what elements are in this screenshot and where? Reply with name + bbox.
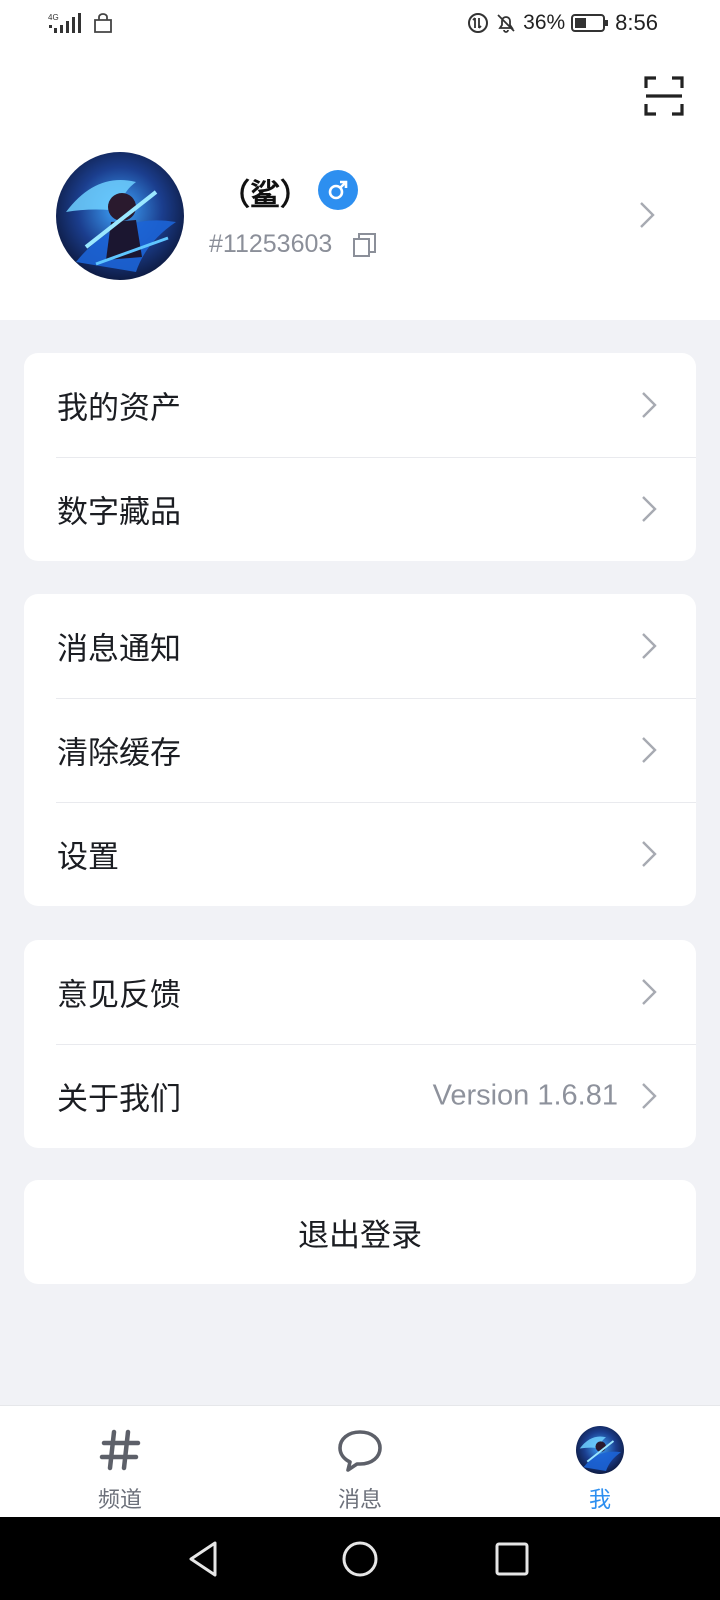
menu-card-settings: 消息通知 清除缓存 设置 bbox=[24, 594, 696, 906]
user-id: #11253603 bbox=[209, 230, 333, 258]
battery-percent: 36% bbox=[523, 11, 566, 34]
menu-item-digital-collectibles[interactable]: 数字藏品 bbox=[24, 457, 696, 561]
svg-text:4G: 4G bbox=[48, 13, 59, 22]
avatar[interactable] bbox=[56, 152, 184, 280]
menu-item-settings[interactable]: 设置 bbox=[24, 802, 696, 906]
chevron-right-icon bbox=[642, 841, 657, 867]
data-saver-icon bbox=[468, 13, 489, 33]
menu-item-label: 清除缓存 bbox=[57, 735, 181, 772]
menu-item-label: 关于我们 bbox=[57, 1081, 181, 1118]
male-icon bbox=[318, 170, 358, 210]
chevron-right-icon bbox=[642, 496, 657, 522]
chevron-right-icon bbox=[642, 633, 657, 659]
menu-card-about: 意见反馈 关于我们 Version 1.6.81 bbox=[24, 940, 696, 1148]
menu-item-clear-cache[interactable]: 清除缓存 bbox=[24, 698, 696, 802]
menu-item-notifications[interactable]: 消息通知 bbox=[24, 594, 696, 698]
version-text: Version 1.6.81 bbox=[432, 1079, 618, 1112]
menu-item-about-us[interactable]: 关于我们 Version 1.6.81 bbox=[24, 1044, 696, 1148]
avatar bbox=[576, 1426, 624, 1474]
menu-item-label: 我的资产 bbox=[57, 390, 181, 427]
back-icon[interactable] bbox=[183, 1537, 227, 1581]
bag-notification-icon bbox=[94, 13, 112, 33]
status-time: 8:56 bbox=[615, 10, 658, 35]
menu-item-label: 消息通知 bbox=[57, 631, 181, 668]
avatar-image bbox=[56, 152, 184, 280]
chevron-right-icon bbox=[642, 392, 657, 418]
bell-muted-icon bbox=[497, 14, 515, 33]
tab-label: 我 bbox=[588, 1488, 611, 1513]
nickname: （鲨） bbox=[220, 178, 310, 213]
logout-button[interactable]: 退出登录 bbox=[24, 1180, 696, 1284]
tab-messages[interactable]: 消息 bbox=[290, 1406, 430, 1518]
menu-card-assets: 我的资产 数字藏品 bbox=[24, 353, 696, 561]
chevron-right-icon bbox=[640, 202, 655, 228]
menu-item-feedback[interactable]: 意见反馈 bbox=[24, 940, 696, 1044]
scan-icon[interactable] bbox=[644, 76, 684, 116]
chevron-right-icon bbox=[642, 737, 657, 763]
status-right: 36% 8:56 bbox=[467, 10, 658, 36]
logout-label: 退出登录 bbox=[298, 1217, 422, 1254]
menu-item-label: 设置 bbox=[57, 839, 119, 876]
hash-icon bbox=[99, 1429, 141, 1471]
menu-item-label: 意见反馈 bbox=[57, 977, 181, 1014]
chevron-right-icon bbox=[642, 979, 657, 1005]
home-icon[interactable] bbox=[338, 1537, 382, 1581]
tab-label: 频道 bbox=[97, 1488, 142, 1513]
battery-icon bbox=[571, 14, 609, 32]
status-bar: 4G 36% 8:56 bbox=[0, 0, 720, 50]
signal-icon: 4G bbox=[48, 13, 81, 33]
profile-header: （鲨） #11253603 bbox=[0, 50, 720, 320]
profile-row[interactable]: （鲨） #11253603 bbox=[0, 150, 720, 280]
chevron-right-icon bbox=[642, 1083, 657, 1109]
menu-item-label: 数字藏品 bbox=[57, 494, 181, 531]
status-left: 4G bbox=[48, 12, 114, 36]
menu-item-my-assets[interactable]: 我的资产 bbox=[24, 353, 696, 457]
recents-icon[interactable] bbox=[490, 1537, 534, 1581]
system-nav-bar bbox=[0, 1517, 720, 1600]
copy-icon[interactable] bbox=[352, 232, 378, 258]
bottom-tab-bar: 频道 消息 我 bbox=[0, 1405, 720, 1517]
tab-channels[interactable]: 频道 bbox=[50, 1406, 190, 1518]
tab-me[interactable]: 我 bbox=[530, 1406, 670, 1518]
tab-label: 消息 bbox=[337, 1488, 382, 1513]
chat-bubble-icon bbox=[338, 1430, 382, 1472]
